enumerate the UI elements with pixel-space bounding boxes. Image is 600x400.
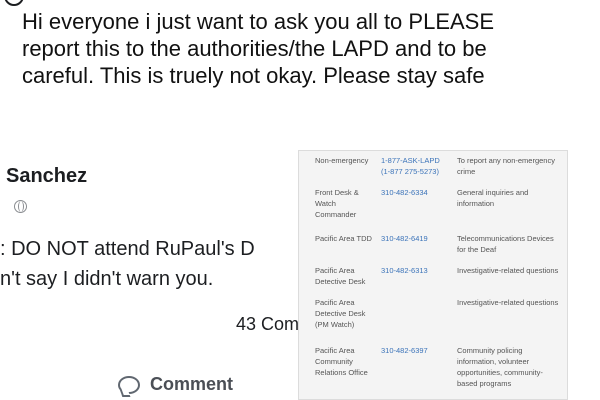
globe-icon — [14, 200, 27, 213]
directory-label: Pacific Area Detective Desk — [315, 266, 366, 286]
facebook-post-card: Sanchez : DO NOT attend RuPaul's D n't s… — [0, 150, 312, 400]
directory-label: Non-emergency — [315, 156, 369, 165]
directory-description: Investigative-related questions — [457, 266, 559, 275]
comment-label: Comment — [150, 374, 234, 394]
directory-description: Telecommunications Devices for the Deaf — [457, 234, 554, 254]
directory-phone: 310-482-6313 — [381, 266, 428, 275]
directory-description: To report any non-emergency crime — [457, 156, 555, 176]
top-avatar-fragment — [4, 0, 24, 6]
comment-button[interactable]: Comment — [118, 374, 233, 395]
directory-description: General inquiries and information — [457, 188, 529, 208]
directory-phone: 310-482-6334 — [381, 188, 428, 197]
comment-icon — [118, 375, 140, 394]
directory-description: Investigative-related questions — [457, 298, 559, 307]
comment-count[interactable]: 43 Com — [236, 314, 299, 335]
post-author[interactable]: Sanchez — [6, 165, 87, 188]
post-line-1: : DO NOT attend RuPaul's D — [0, 238, 255, 260]
directory-description: Community policing information, voluntee… — [457, 346, 543, 388]
lapd-phone-directory: Non-emergency 1-877-ASK-LAPD (1-877 275-… — [298, 150, 568, 400]
directory-label: Front Desk & Watch Commander — [315, 188, 359, 219]
directory-phone: 1-877-ASK-LAPD (1-877 275-5273) — [381, 156, 440, 176]
directory-label: Pacific Area Community Relations Office — [315, 346, 368, 377]
directory-label: Pacific Area TDD — [315, 234, 372, 243]
post-text: Hi everyone i just want to ask you all t… — [22, 9, 495, 88]
directory-phone: 310-482-6419 — [381, 234, 428, 243]
directory-label: Pacific Area Detective Desk (PM Watch) — [315, 298, 366, 329]
directory-phone: 310-482-6397 — [381, 346, 428, 355]
post-line-2: n't say I didn't warn you. — [0, 268, 214, 290]
